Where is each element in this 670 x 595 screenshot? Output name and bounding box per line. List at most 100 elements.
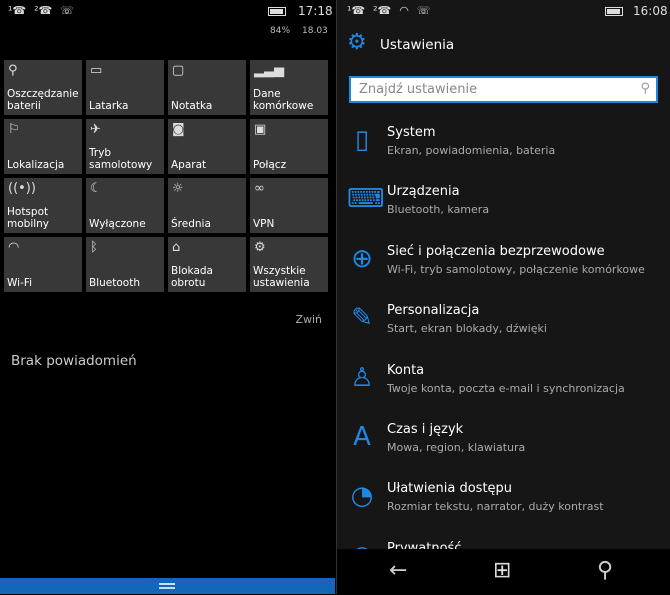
status-icons: ¹☎ ²☎ ☏ xyxy=(8,4,82,17)
windows-start-icon[interactable]: ⊞ xyxy=(493,558,511,583)
vpn-icon: ∞ xyxy=(254,181,265,196)
gear-icon: ⚙ xyxy=(347,30,367,55)
tile-label: Notatka xyxy=(171,100,213,112)
voicemail-icon: ☏ xyxy=(60,4,75,17)
item-name: Ułatwienia dostępu xyxy=(387,481,513,497)
tile-label: Oszczędzanie baterii xyxy=(7,88,79,112)
tile-wifi[interactable]: ◠ Wi-Fi xyxy=(4,237,82,292)
tile-flashlight[interactable]: ▭ Latarka xyxy=(86,60,164,115)
item-description: Start, ekran blokady, dźwięki xyxy=(387,322,547,336)
tile-label: Hotspot mobilny xyxy=(7,206,50,230)
item-name: Urządzenia xyxy=(387,184,460,200)
settings-item-time-language[interactable]: A Czas i język Mowa, region, klawiatura xyxy=(337,417,670,476)
brightness-icon: ☼ xyxy=(172,181,184,196)
leaf-icon: ⚲ xyxy=(8,63,18,78)
tile-label: Aparat xyxy=(171,159,207,171)
phone-icon: ▯ xyxy=(354,125,370,155)
note-icon: ▢ xyxy=(172,63,185,78)
settings-app: ¹☎ ²☎ ◠ ☏ 16:08 ⚙ Ustawienia Znajdź ustawie… xyxy=(336,0,670,594)
tile-vpn[interactable]: ∞ VPN xyxy=(250,178,328,233)
tile-gear[interactable]: ⚙ Wszystkie ustawienia xyxy=(250,237,328,292)
voicemail-icon: ☏ xyxy=(416,4,431,17)
navigation-bar: ← ⊞ ⚲ xyxy=(337,549,670,594)
settings-item-phone[interactable]: ▯ System Ekran, powiadomienia, bateria xyxy=(337,120,670,179)
clock: 16:08 xyxy=(633,4,668,18)
tile-label: Wi-Fi xyxy=(7,277,33,289)
quick-actions-grid: ⚲ Oszczędzanie baterii ▭ Latarka ▢ Notatka ▂▃▅… xyxy=(4,60,328,292)
tile-moon[interactable]: ☾ Wyłączone xyxy=(86,178,164,233)
signal-icon: ▂▃▅ xyxy=(254,63,284,78)
tile-camera[interactable]: ◙ Aparat xyxy=(168,119,246,174)
item-name: Personalizacja xyxy=(387,303,480,319)
time-language-icon: A xyxy=(353,422,371,452)
tile-connect[interactable]: ▣ Połącz xyxy=(250,119,328,174)
hotspot-icon: ((•)) xyxy=(8,181,36,196)
connect-icon: ▣ xyxy=(254,122,267,137)
location-icon: ⚐ xyxy=(8,122,20,137)
person-icon: ♙ xyxy=(350,362,374,393)
tile-hotspot[interactable]: ((•)) Hotspot mobilny xyxy=(4,178,82,233)
tile-airplane[interactable]: ✈ Tryb samolotowy xyxy=(86,119,164,174)
wifi-icon: ◠ xyxy=(8,240,20,255)
tile-label: Średnia xyxy=(171,218,211,230)
personalization-icon: ✎ xyxy=(351,303,373,334)
settings-item-personalization[interactable]: ✎ Personalizacja Start, ekran blokady, dźw… xyxy=(337,298,670,357)
settings-item-globe[interactable]: ⊕ Sieć i połączenia bezprzewodowe Wi-Fi, t… xyxy=(337,239,670,298)
item-name: Czas i język xyxy=(387,422,464,437)
wifi-icon: ◠ xyxy=(399,4,409,17)
status-icons: ¹☎ ²☎ ◠ ☏ xyxy=(347,4,439,17)
tile-signal[interactable]: ▂▃▅ Dane komórkowe xyxy=(250,60,328,115)
item-name: Sieć i połączenia bezprzewodowe xyxy=(387,243,605,259)
no-notifications-text: Brak powiadomień xyxy=(11,353,137,369)
moon-icon: ☾ xyxy=(90,181,102,196)
battery-icon xyxy=(605,7,623,16)
battery-icon xyxy=(268,7,286,16)
settings-item-person[interactable]: ♙ Konta Twoje konta, poczta e-mail i synch… xyxy=(337,358,670,417)
tile-label: Tryb samolotowy xyxy=(89,147,153,171)
tile-location[interactable]: ⚐ Lokalizacja xyxy=(4,119,82,174)
rotation-lock-icon: ⌂ xyxy=(172,240,181,255)
tile-label: Dane komórkowe xyxy=(253,88,314,112)
page-title: Ustawienia xyxy=(380,37,455,53)
search-placeholder: Znajdź ustawienie xyxy=(359,82,478,97)
settings-item-accessibility[interactable]: ◔ Ułatwienia dostępu Rozmiar tekstu, narra… xyxy=(337,476,670,535)
action-center-drag-bar[interactable] xyxy=(0,578,335,594)
search-icon[interactable]: ⚲ xyxy=(640,81,650,96)
accessibility-icon: ◔ xyxy=(350,481,374,512)
globe-icon: ⊕ xyxy=(351,243,373,274)
tile-label: VPN xyxy=(253,218,275,230)
flashlight-icon: ▭ xyxy=(90,63,103,78)
missed-call-sim2-icon: ²☎ xyxy=(373,4,392,17)
settings-item-devices[interactable]: ⌨ Urządzenia Bluetooth, kamera xyxy=(337,179,670,238)
search-input[interactable]: Znajdź ustawienie ⚲ xyxy=(349,76,658,103)
tile-note[interactable]: ▢ Notatka xyxy=(168,60,246,115)
item-name: System xyxy=(387,125,436,140)
drag-handle-icon[interactable] xyxy=(159,583,175,589)
item-description: Ekran, powiadomienia, bateria xyxy=(387,144,556,157)
collapse-button[interactable]: Zwiń xyxy=(295,313,322,326)
tile-label: Lokalizacja xyxy=(7,159,65,171)
item-name: Konta xyxy=(387,362,425,378)
item-description: Rozmiar tekstu, narrator, duży kontrast xyxy=(387,500,604,514)
back-icon[interactable]: ← xyxy=(389,558,407,583)
tile-label: Latarka xyxy=(89,100,129,112)
tile-leaf[interactable]: ⚲ Oszczędzanie baterii xyxy=(4,60,82,115)
tile-brightness[interactable]: ☼ Średnia xyxy=(168,178,246,233)
tile-rotation-lock[interactable]: ⌂ Blokada obrotu xyxy=(168,237,246,292)
search-icon[interactable]: ⚲ xyxy=(597,558,613,583)
gear-icon: ⚙ xyxy=(254,240,266,255)
bluetooth-icon: ᛒ xyxy=(90,240,98,255)
item-description: Bluetooth, kamera xyxy=(387,203,490,217)
missed-call-sim2-icon: ²☎ xyxy=(34,4,53,17)
item-description: Twoje konta, poczta e-mail i synchroniza… xyxy=(387,381,625,395)
tile-label: Blokada obrotu xyxy=(171,265,213,289)
missed-call-sim1-icon: ¹☎ xyxy=(347,4,366,17)
tile-bluetooth[interactable]: ᛒ Bluetooth xyxy=(86,237,164,292)
tile-label: Wszystkie ustawienia xyxy=(253,265,310,289)
item-description: Mowa, region, klawiatura xyxy=(387,441,526,454)
date: 18.03 xyxy=(302,26,328,36)
action-center: ¹☎ ²☎ ☏ 17:18 84% 18.03 ⚲ Oszczędzanie bate… xyxy=(0,0,335,594)
missed-call-sim1-icon: ¹☎ xyxy=(8,4,27,17)
tile-label: Bluetooth xyxy=(89,277,140,289)
tile-label: Połącz xyxy=(253,159,287,171)
